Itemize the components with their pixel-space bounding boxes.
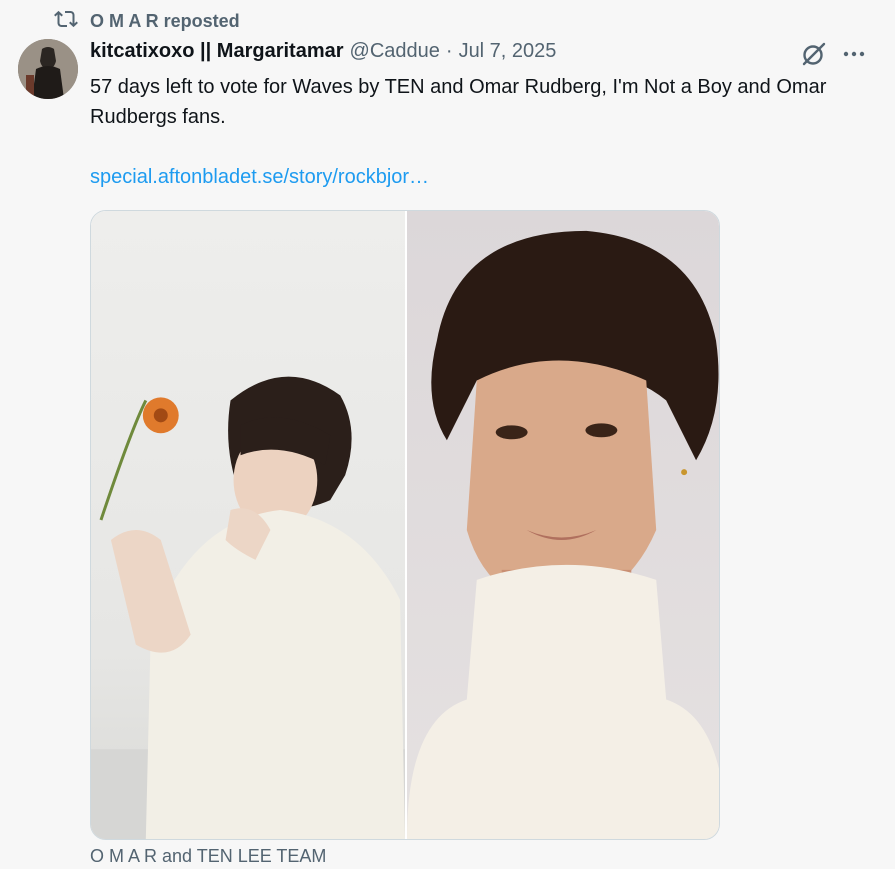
display-name[interactable]: kitcatixoxo || Margaritamar — [90, 40, 344, 63]
grok-icon[interactable] — [800, 40, 828, 68]
tweet-text: 57 days left to vote for Waves by TEN an… — [90, 76, 827, 128]
timestamp[interactable]: Jul 7, 2025 — [459, 40, 557, 63]
photo-left[interactable] — [91, 211, 405, 839]
repost-label: O M A R reposted — [90, 10, 240, 31]
avatar[interactable] — [18, 39, 78, 99]
separator-dot: · — [445, 40, 453, 62]
repost-indicator[interactable]: O M A R reposted — [54, 8, 240, 34]
repost-icon — [54, 7, 78, 36]
media-grid[interactable] — [90, 210, 720, 840]
media-caption[interactable]: O M A R and TEN LEE TEAM — [90, 846, 326, 867]
handle[interactable]: @Caddue — [350, 40, 440, 63]
more-icon[interactable] — [840, 40, 868, 68]
tweet-link[interactable]: special.aftonbladet.se/story/rockbjor… — [90, 162, 429, 192]
tweet-header: kitcatixoxo || Margaritamar @Caddue · Ju… — [90, 40, 775, 68]
tweet[interactable]: O M A R reposted kitcatixoxo || Margarit… — [0, 0, 895, 869]
photo-right[interactable] — [407, 211, 719, 839]
